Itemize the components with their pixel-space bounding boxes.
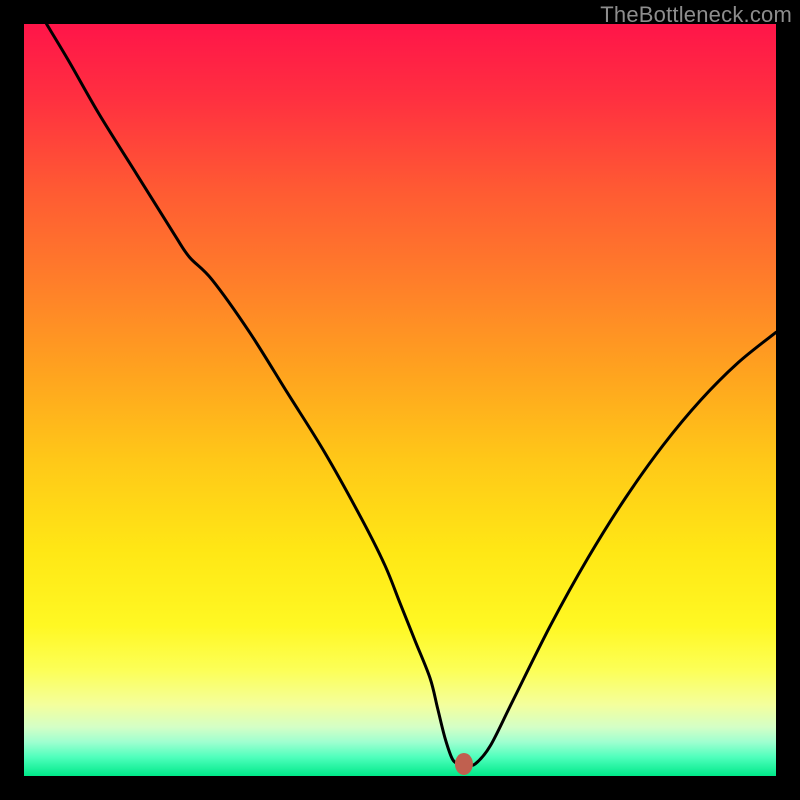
optimal-point-marker	[455, 753, 473, 775]
chart-frame: TheBottleneck.com	[0, 0, 800, 800]
chart-svg	[24, 24, 776, 776]
watermark-text: TheBottleneck.com	[600, 2, 792, 28]
gradient-background	[24, 24, 776, 776]
plot-area	[24, 24, 776, 776]
